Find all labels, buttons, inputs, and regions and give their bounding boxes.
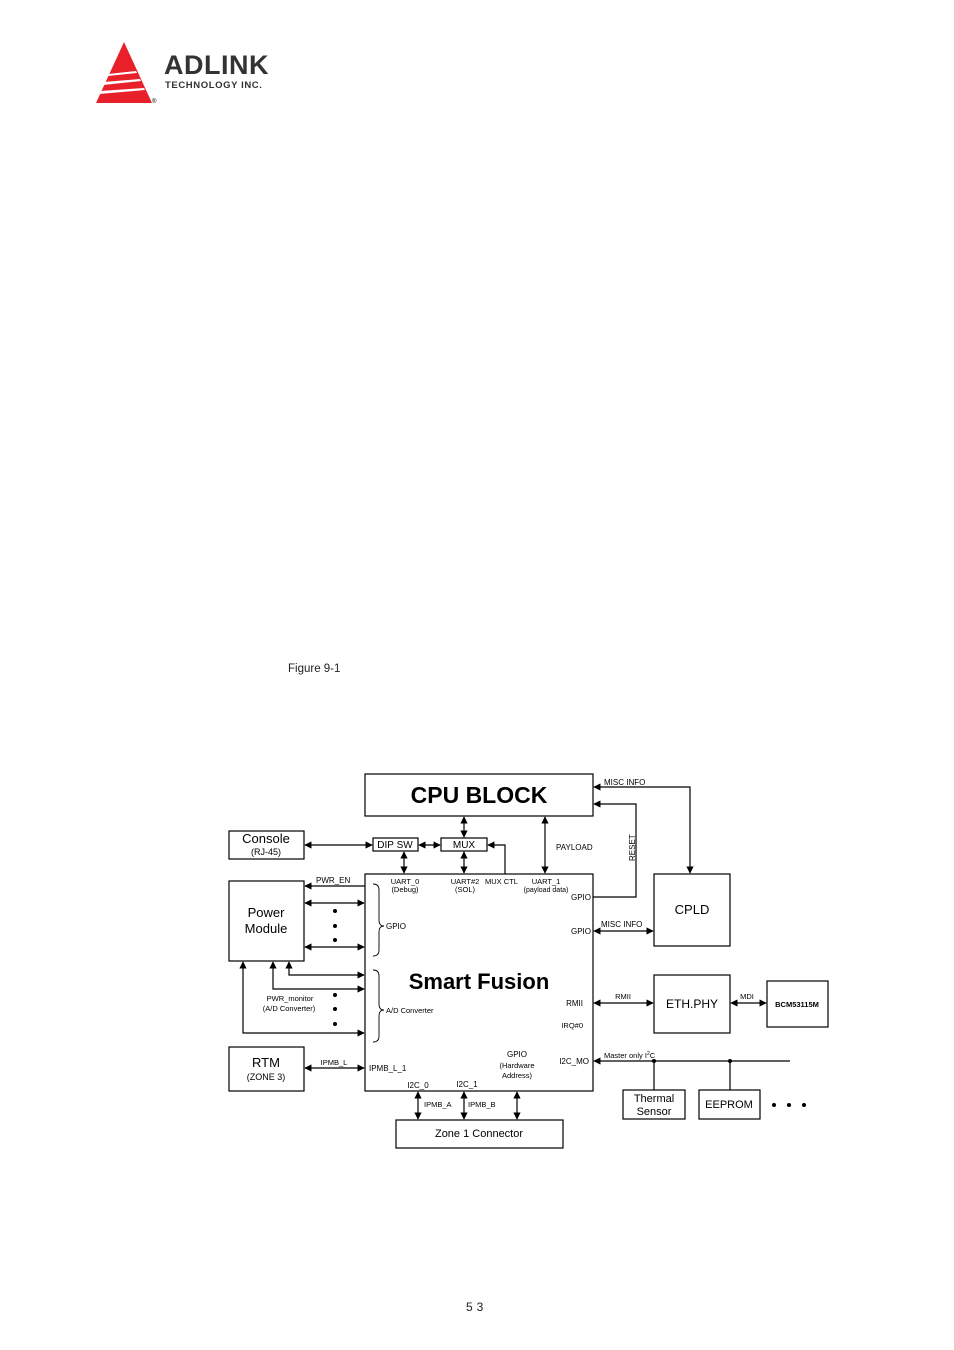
- smart-fusion-label: Smart Fusion: [409, 969, 550, 994]
- thermal-sensor-label-1: Thermal: [634, 1093, 674, 1105]
- i2c-1-label: I2C_1: [456, 1080, 478, 1089]
- payload-label: PAYLOAD: [556, 843, 593, 852]
- uart0-sublabel: (Debug): [391, 885, 419, 894]
- mux-ctl-label: MUX CTL: [485, 877, 518, 886]
- pwr-monitor-link-1: [285, 961, 365, 979]
- ad-brace: [372, 969, 385, 1043]
- ellipsis-dot: [333, 909, 337, 913]
- misc-info-cpld-label: MISC INFO: [601, 920, 642, 929]
- page-number: 53: [466, 1300, 488, 1314]
- gpio-brace: [372, 883, 385, 957]
- rmii-link-label: RMII: [615, 992, 631, 1001]
- thermal-sensor-label-2: Sensor: [637, 1106, 672, 1118]
- rtm-sublabel: (ZONE 3): [247, 1072, 286, 1082]
- gpio-hw-sublabel-1: (Hardware: [499, 1061, 534, 1070]
- ellipsis-dot: [333, 924, 337, 928]
- ellipsis-dot: [333, 1007, 337, 1011]
- cpld-label: CPLD: [675, 902, 710, 917]
- master-only-i2c-label: Master only I2C: [604, 1051, 656, 1060]
- misc-info-top-label: MISC INFO: [604, 778, 645, 787]
- rtm-label: RTM: [252, 1055, 280, 1070]
- console-label: Console: [242, 831, 290, 846]
- bcm-label: BCM53115M: [775, 1000, 819, 1009]
- gpio-hw-sublabel-2: Address): [502, 1071, 533, 1080]
- pwr-monitor-label: PWR_monitor: [267, 994, 314, 1003]
- rmii-in-label: RMII: [566, 999, 583, 1008]
- ellipsis-dot: [802, 1103, 806, 1107]
- gpio-misc-label: GPIO: [571, 927, 591, 936]
- bus-junction: [728, 1059, 732, 1063]
- console-sublabel: (RJ-45): [251, 847, 281, 857]
- gpio-reset-label: GPIO: [571, 893, 591, 902]
- ellipsis-dot: [333, 938, 337, 942]
- pwr-en-label: PWR_EN: [316, 876, 350, 885]
- gpio-hw-label: GPIO: [507, 1050, 527, 1059]
- pwr-monitor-sublabel: (A/D Converter): [263, 1004, 316, 1013]
- eth-phy-label: ETH.PHY: [666, 997, 718, 1011]
- zone1-label: Zone 1 Connector: [435, 1128, 523, 1140]
- dip-sw-label: DIP SW: [377, 840, 413, 851]
- i2c-mo-label: I2C_MO: [559, 1057, 589, 1066]
- ellipsis-dot: [333, 993, 337, 997]
- cpu-block-label: CPU BLOCK: [411, 782, 548, 808]
- uart1-sublabel: (payload data): [524, 887, 569, 894]
- eeprom-label: EEPROM: [705, 1099, 753, 1111]
- reset-label: RESET: [628, 834, 637, 861]
- ipmb-b-label: IPMB_B: [468, 1100, 496, 1109]
- mdi-label: MDI: [740, 992, 754, 1001]
- ellipsis-dot: [787, 1103, 791, 1107]
- ipmb-a-label: IPMB_A: [424, 1100, 452, 1109]
- power-module-label-2: Module: [245, 921, 288, 936]
- ipmb-l-1-label: IPMB_L_1: [369, 1064, 407, 1073]
- block-diagram: CPU BLOCK Console (RJ-45) DIP SW MUX Pow…: [228, 773, 829, 1149]
- misc-info-cpu-cpld-link: [593, 783, 694, 874]
- power-module-label-1: Power: [248, 905, 286, 920]
- uart1-label: UART_1: [532, 877, 561, 886]
- mux-ctl-link: [487, 841, 506, 874]
- i2c-0-label: I2C_0: [407, 1081, 429, 1090]
- gpio-brace-label: GPIO: [386, 922, 406, 931]
- mux-label: MUX: [453, 840, 476, 851]
- uart2-sublabel: (SOL): [455, 885, 476, 894]
- ellipsis-dot: [333, 1022, 337, 1026]
- ipmb-l-label: IPMB_L: [321, 1058, 348, 1067]
- ellipsis-dot: [772, 1103, 776, 1107]
- irq-label: IRQ#0: [561, 1021, 583, 1030]
- ad-brace-label: A/D Converter: [386, 1006, 434, 1015]
